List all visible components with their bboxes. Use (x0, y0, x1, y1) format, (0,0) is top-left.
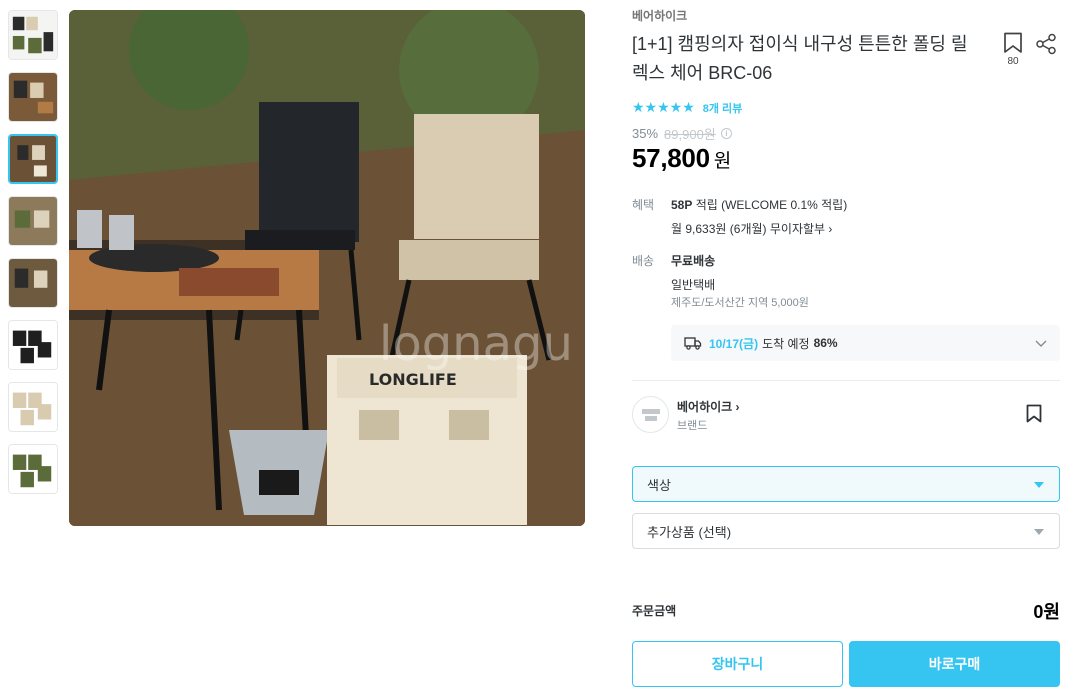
info-icon[interactable]: i (720, 128, 732, 139)
thumbnail-7[interactable] (8, 382, 58, 432)
bookmark-count: 80 (1007, 56, 1019, 67)
sale-price: 57,800 (632, 143, 710, 173)
svg-text:LONGLIFE: LONGLIFE (369, 370, 457, 389)
share-icon (1036, 33, 1056, 55)
price-row: 57,800 원 (632, 143, 731, 174)
main-product-image[interactable]: LONGLIFE lognagu (69, 10, 585, 526)
chevron-down-icon (1035, 340, 1047, 347)
thumbnail-2[interactable] (8, 72, 58, 122)
add-to-cart-button[interactable]: 장바구니 (632, 641, 843, 687)
bookmark-icon (1004, 32, 1022, 53)
share-button[interactable] (1035, 33, 1057, 60)
review-count-link[interactable]: 8개 리뷰 (703, 100, 743, 116)
extra-product-select[interactable]: 추가상품 (선택) (632, 513, 1060, 549)
caret-down-icon (1034, 529, 1044, 535)
points-amount: 58P (671, 198, 693, 212)
eta-percent: 86% (813, 336, 838, 350)
svg-text:lognagu: lognagu (379, 316, 573, 372)
order-total-label: 주문금액 (632, 604, 677, 618)
color-select[interactable]: 색상 (632, 466, 1060, 502)
shipping-method: 일반택배 (671, 278, 716, 292)
thumbnail-4[interactable] (8, 196, 58, 246)
installment-link[interactable]: 월 9,633원 (6개월) 무이자할부 › (671, 220, 832, 237)
caret-down-icon (1034, 482, 1044, 488)
buy-now-button[interactable]: 바로구매 (849, 641, 1060, 687)
brand-avatar[interactable] (632, 396, 669, 433)
brand-bookmark-button[interactable] (1026, 404, 1042, 428)
star-rating-icon: ★★★★★ (632, 99, 695, 115)
color-select-label: 색상 (647, 477, 671, 493)
thumbnail-6[interactable] (8, 320, 58, 370)
thumbnail-8[interactable] (8, 444, 58, 494)
brand-name-link[interactable]: 베어하이크 › (677, 398, 740, 415)
thumbnail-3[interactable] (8, 134, 58, 184)
product-title: [1+1] 캠핑의자 접이식 내구성 튼튼한 폴딩 릴렉스 체어 BRC-06 (632, 34, 968, 83)
extra-select-label: 추가상품 (선택) (647, 524, 732, 540)
points-desc: 적립 (WELCOME 0.1% 적립) (692, 198, 848, 212)
divider (632, 380, 1060, 381)
benefit-points: 58P 적립 (WELCOME 0.1% 적립) (671, 196, 847, 213)
truck-icon (684, 337, 702, 350)
shipping-type: 무료배송 (671, 254, 716, 268)
eta-date: 10/17(금) (709, 336, 759, 351)
shipping-label: 배송 (632, 254, 655, 268)
delivery-estimate[interactable]: 10/17(금) 도착 예정 86% (671, 325, 1060, 361)
original-price: 89,900원 (664, 127, 716, 142)
brand-subtitle: 브랜드 (677, 420, 708, 432)
product-info-panel: 베어하이크 [1+1] 캠핑의자 접이식 내구성 튼튼한 폴딩 릴렉스 체어 B… (632, 0, 1060, 698)
bookmark-button[interactable]: 80 (1000, 32, 1026, 67)
bookmark-icon (1026, 404, 1042, 423)
eta-text: 도착 예정 (762, 336, 810, 351)
brand-card[interactable]: 베어하이크 › 브랜드 (632, 396, 1060, 434)
rating-row[interactable]: ★★★★★ 8개 리뷰 (632, 99, 742, 116)
discount-row: 35% 89,900원 i (632, 124, 732, 143)
price-currency: 원 (713, 151, 732, 172)
shipping-extra: 제주도/도서산간 지역 5,000원 (671, 297, 809, 309)
brand-link-top[interactable]: 베어하이크 (632, 7, 687, 24)
thumbnail-1[interactable] (8, 10, 58, 60)
order-total-value: 0원 (1033, 602, 1060, 622)
benefit-label: 혜택 (632, 198, 655, 212)
brand-logo-icon (641, 408, 660, 421)
discount-rate: 35% (632, 126, 659, 141)
thumbnail-list (8, 10, 60, 506)
thumbnail-5[interactable] (8, 258, 58, 308)
